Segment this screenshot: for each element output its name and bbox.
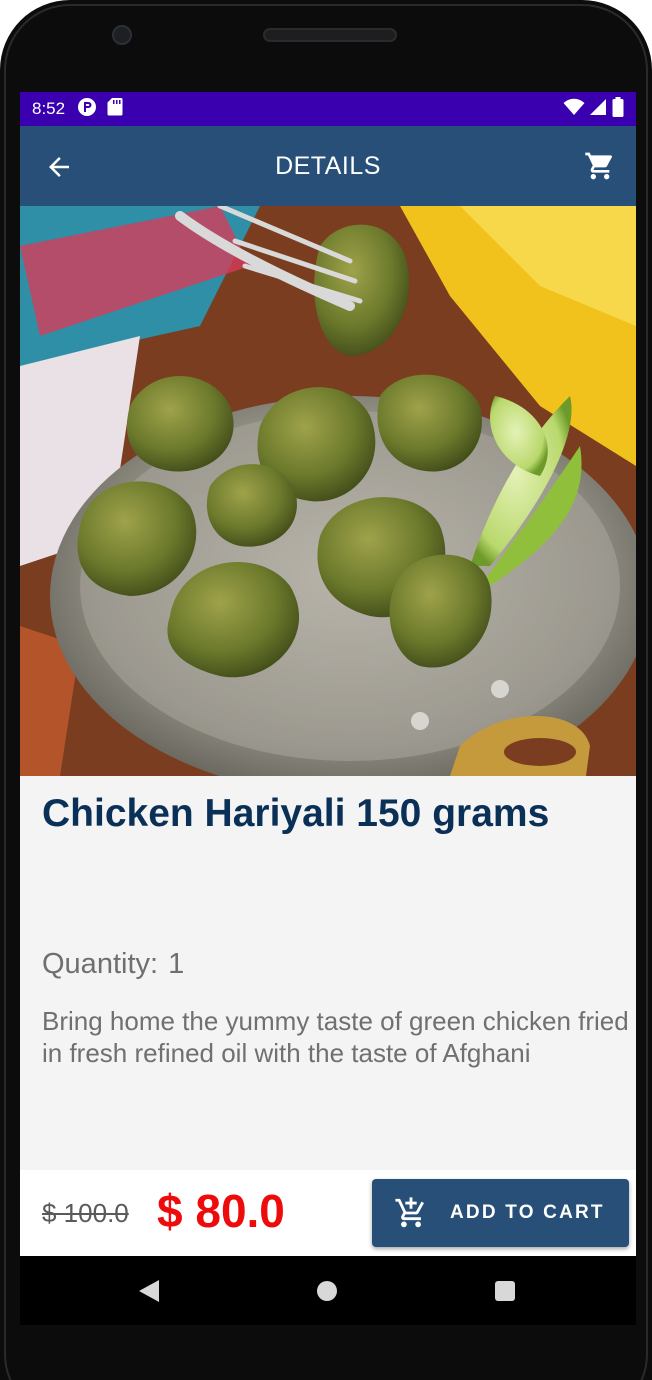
nav-recents-icon[interactable] xyxy=(495,1281,515,1301)
shopping-cart-icon[interactable] xyxy=(584,150,616,182)
discounted-price: $ 80.0 xyxy=(157,1185,285,1237)
status-time: 8:52 xyxy=(32,99,66,118)
signal-icon xyxy=(590,98,607,121)
front-camera xyxy=(112,25,132,45)
original-price: $ 100.0 xyxy=(42,1198,129,1228)
earpiece-speaker xyxy=(263,28,397,42)
nav-home-icon[interactable] xyxy=(317,1281,337,1301)
app-screen: 8:52 DETAILS Chicken Hariyali 150 grams … xyxy=(20,92,636,1325)
page-title: DETAILS xyxy=(275,152,381,180)
quantity-label: Quantity: xyxy=(42,948,159,980)
system-nav-bar xyxy=(20,1256,636,1325)
add-to-cart-label: ADD TO CART xyxy=(450,1202,605,1223)
status-bar: 8:52 xyxy=(20,92,636,126)
device-frame: 8:52 DETAILS Chicken Hariyali 150 grams … xyxy=(0,0,652,1380)
product-image xyxy=(20,206,636,776)
quantity-value: 1 xyxy=(168,948,185,980)
add-to-cart-button[interactable]: ADD TO CART xyxy=(372,1179,629,1247)
p-circle-icon xyxy=(77,97,97,122)
product-description: Bring home the yummy taste of green chic… xyxy=(42,1006,629,1068)
product-title: Chicken Hariyali 150 grams xyxy=(42,792,550,835)
sd-card-icon xyxy=(107,97,123,121)
top-app-bar: DETAILS xyxy=(20,126,636,206)
battery-icon xyxy=(612,96,624,122)
quantity-row: Quantity: 1 xyxy=(42,948,194,981)
status-right-icons xyxy=(563,96,624,122)
nav-back-icon[interactable] xyxy=(137,1278,161,1304)
bottom-price-bar: $ 100.0 $ 80.0 ADD TO CART xyxy=(20,1170,636,1256)
add-shopping-cart-icon xyxy=(394,1196,428,1230)
wifi-icon xyxy=(563,98,585,121)
